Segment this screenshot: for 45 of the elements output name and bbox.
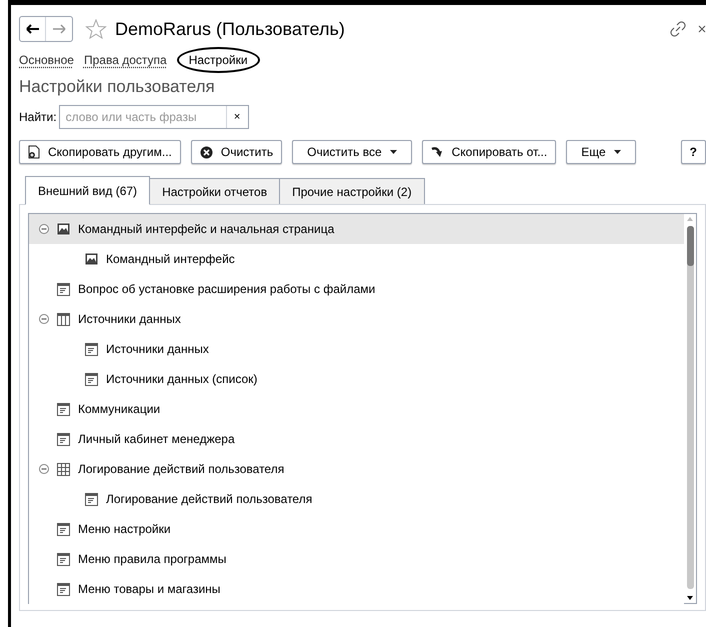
toolbar-button[interactable]: Скопировать другим...: [19, 140, 181, 164]
clear-icon: [200, 146, 213, 158]
form-icon: [85, 492, 98, 506]
collapse-icon[interactable]: [39, 464, 49, 474]
table-icon: [57, 312, 70, 326]
collapse-icon[interactable]: [39, 314, 49, 324]
section-link[interactable]: Права доступа: [84, 51, 167, 69]
toolbar-button[interactable]: Очистить все: [292, 140, 412, 164]
collapse-icon[interactable]: [39, 224, 49, 234]
document-plus-icon: [28, 145, 40, 159]
tab[interactable]: Внешний вид (67): [25, 176, 150, 205]
tab[interactable]: Настройки отчетов: [150, 178, 280, 205]
forward-arrow-icon: [52, 24, 66, 34]
tree-row[interactable]: Командный интерфейс и начальная страница: [29, 214, 684, 244]
form-icon: [57, 522, 70, 536]
search-field[interactable]: слово или часть фразы ×: [58, 105, 249, 129]
star-icon[interactable]: [85, 19, 107, 39]
tab[interactable]: Прочие настройки (2): [280, 178, 425, 205]
form-icon: [57, 432, 70, 446]
page-heading: Настройки пользователя: [19, 76, 216, 98]
clear-search-button[interactable]: ×: [226, 106, 248, 128]
form-icon: [57, 402, 70, 416]
toolbar-button[interactable]: ?: [680, 140, 706, 164]
form-icon: [85, 342, 98, 356]
close-icon[interactable]: [698, 25, 706, 33]
form-icon: [57, 582, 70, 596]
section-link[interactable]: Основное: [19, 51, 74, 69]
curved-arrow-icon: [430, 146, 444, 158]
form-icon: [57, 282, 70, 296]
form-icon: [57, 552, 70, 566]
scroll-thumb[interactable]: [686, 226, 694, 266]
form-icon: [85, 372, 98, 386]
caret-icon: [614, 150, 621, 154]
toolbar-button[interactable]: Очистить: [190, 140, 282, 164]
picture-icon: [57, 223, 70, 235]
toolbar-button[interactable]: Еще: [566, 140, 636, 164]
caret-icon: [390, 150, 397, 154]
section-link[interactable]: Настройки: [176, 47, 260, 73]
link-icon[interactable]: [670, 21, 686, 37]
toolbar-button[interactable]: Скопировать от...: [422, 140, 556, 164]
back-arrow-icon: [26, 24, 40, 34]
picture-icon: [85, 253, 98, 265]
grid-icon: [57, 462, 70, 476]
window-title: DemoRarus (Пользователь): [115, 18, 345, 41]
search-label: Найти:: [19, 109, 57, 126]
